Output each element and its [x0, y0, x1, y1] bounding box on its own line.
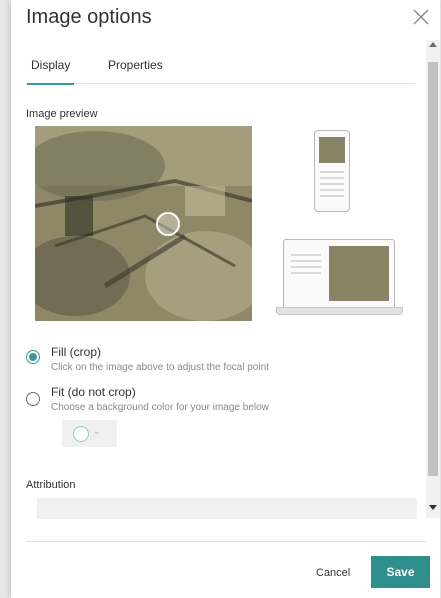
fit-label: Fit (do not crop): [51, 385, 136, 399]
image-preview[interactable]: [35, 126, 252, 321]
fit-radio[interactable]: [26, 392, 40, 406]
fill-crop-label: Fill (crop): [51, 345, 101, 359]
mobile-preview: [314, 130, 350, 212]
footer-divider: [26, 541, 426, 542]
attribution-label: Attribution: [26, 479, 76, 491]
image-preview-label: Image preview: [26, 108, 98, 120]
focal-point-handle[interactable]: [156, 212, 180, 236]
image-options-dialog: Image options Display Properties Image p…: [11, 0, 440, 598]
desktop-preview: [283, 239, 395, 309]
chevron-down-icon: ⌄: [93, 426, 101, 436]
cancel-button[interactable]: Cancel: [316, 567, 350, 579]
background-color-picker[interactable]: ⌄: [62, 420, 117, 447]
attribution-input[interactable]: [37, 498, 417, 519]
fit-description: Choose a background color for your image…: [51, 402, 269, 413]
save-button[interactable]: Save: [371, 556, 430, 588]
tab-display[interactable]: Display: [26, 58, 75, 85]
color-swatch: [73, 426, 89, 442]
fill-crop-description: Click on the image above to adjust the f…: [51, 362, 269, 373]
dialog-title: Image options: [26, 6, 152, 28]
scroll-up-icon[interactable]: [429, 42, 437, 47]
scrollbar-thumb[interactable]: [428, 62, 438, 476]
laptop-base: [276, 307, 403, 315]
fill-crop-radio[interactable]: [26, 350, 40, 364]
close-icon[interactable]: [412, 8, 430, 26]
scroll-down-icon[interactable]: [429, 505, 437, 510]
tab-properties[interactable]: Properties: [108, 58, 163, 72]
vertical-scrollbar[interactable]: [426, 40, 440, 518]
preview-photo: [35, 126, 252, 321]
tab-bar: Display Properties: [26, 50, 415, 85]
